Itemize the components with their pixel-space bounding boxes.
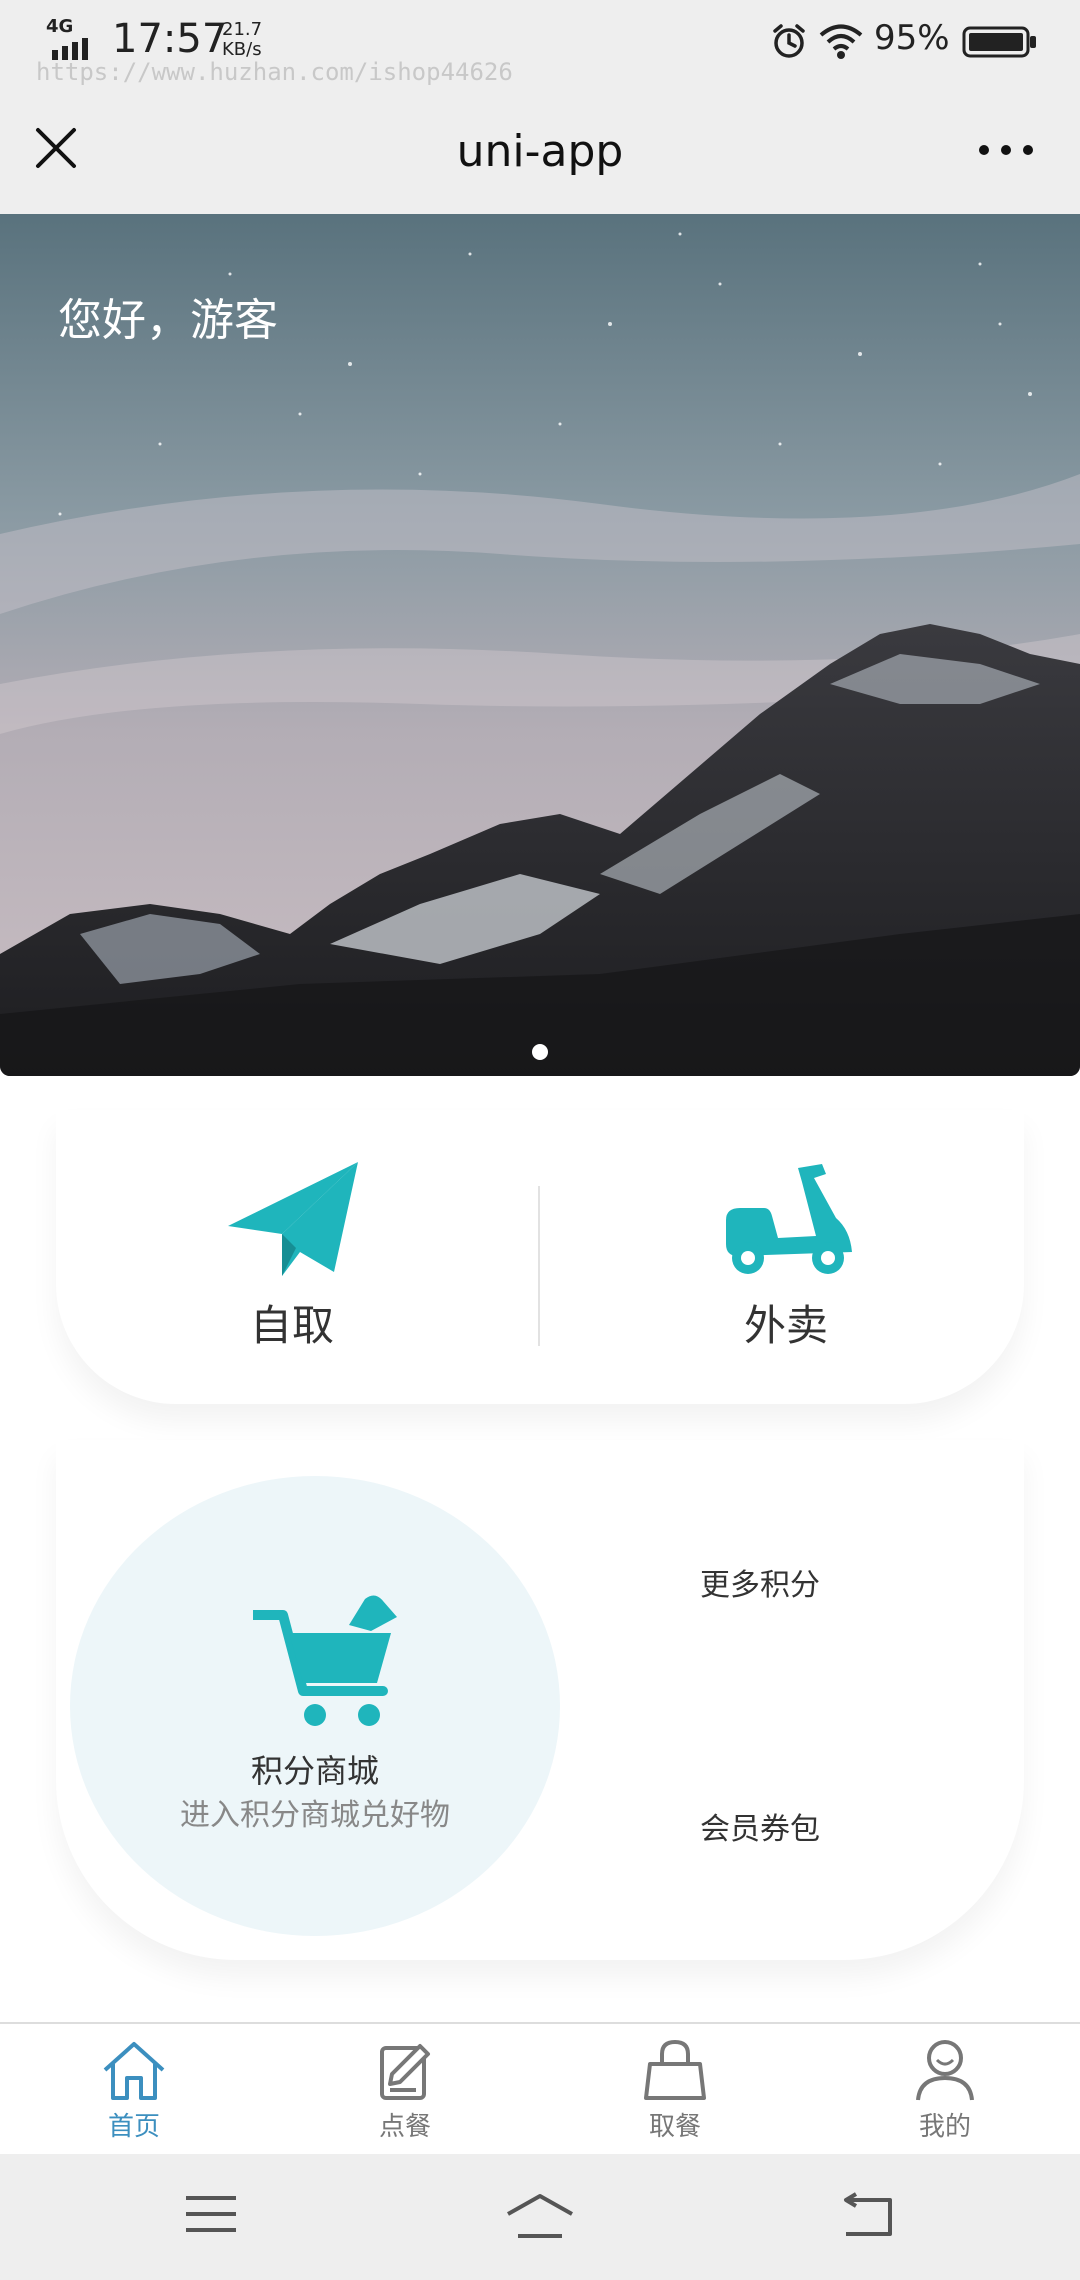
banner-carousel[interactable]: 您好，游客 (0, 214, 1080, 1076)
edit-icon (380, 2044, 430, 2100)
more-icon[interactable] (976, 140, 1036, 160)
delivery-button[interactable]: 外卖 (636, 1160, 936, 1390)
speed-unit: KB/s (222, 39, 262, 60)
nav-bar: uni-app (0, 100, 1080, 214)
more-points-link[interactable]: 更多积分 (700, 1560, 820, 1604)
tab-pickup[interactable]: 取餐 (605, 2038, 745, 2148)
scooter-icon (726, 1164, 852, 1274)
pickup-button[interactable]: 自取 (142, 1160, 442, 1390)
signal-icon (52, 38, 88, 60)
user-icon (916, 2040, 974, 2101)
mall-subtitle: 进入积分商城兑好物 (180, 1798, 450, 1833)
wifi-icon (819, 24, 863, 59)
status-bar: 4G 17:57 21.7 KB/s https://www.huzhan.co… (0, 0, 1080, 100)
system-navigation-bar (0, 2154, 1080, 2280)
tab-home-label: 首页 (107, 2112, 160, 2142)
paper-plane-icon (228, 1162, 358, 1276)
tab-mine-label: 我的 (918, 2112, 971, 2142)
member-coupons-link[interactable]: 会员券包 (700, 1804, 820, 1848)
speed-value: 21.7 (222, 19, 263, 40)
cart-icon (253, 1595, 397, 1726)
carousel-indicator-dot[interactable] (532, 1044, 548, 1060)
tab-order-label: 点餐 (378, 2112, 431, 2142)
greeting-text: 您好，游客 (58, 295, 278, 346)
clock: 17:57 (112, 16, 228, 62)
pickup-label: 自取 (249, 1301, 334, 1350)
order-mode-card: 自取 外卖 (56, 1110, 1024, 1404)
network-speed: 21.7 KB/s (222, 20, 262, 60)
tab-home[interactable]: 首页 (64, 2038, 204, 2148)
delivery-label: 外卖 (743, 1301, 828, 1350)
tab-bar: 首页 点餐 取餐 我的 (0, 2022, 1080, 2156)
tab-mine[interactable]: 我的 (875, 2038, 1015, 2148)
mall-title: 积分商城 (250, 1752, 379, 1790)
home-icon (103, 2042, 165, 2100)
tab-order[interactable]: 点餐 (335, 2038, 475, 2148)
order-divider (538, 1186, 540, 1346)
tab-pickup-label: 取餐 (648, 2112, 701, 2142)
points-mall-button[interactable]: 积分商城 进入积分商城兑好物 (70, 1476, 560, 1936)
back-icon[interactable] (840, 2192, 894, 2240)
watermark-url: https://www.huzhan.com/ishop44626 (36, 58, 513, 86)
bag-icon (644, 2039, 706, 2100)
home-button-icon[interactable] (504, 2192, 576, 2240)
battery-icon (962, 26, 1036, 58)
menu-icon[interactable] (184, 2192, 238, 2236)
points-card: 积分商城 进入积分商城兑好物 更多积分 会员券包 (56, 1440, 1024, 1960)
alarm-icon (773, 24, 805, 58)
network-type: 4G (46, 16, 74, 37)
page-title: uni-app (456, 126, 624, 177)
battery-level: 95% (874, 18, 950, 58)
